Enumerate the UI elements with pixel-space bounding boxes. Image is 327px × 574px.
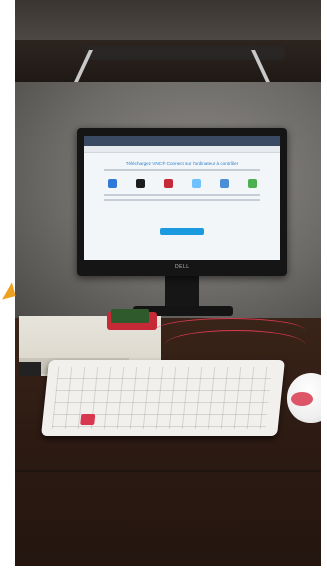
desk-grain [15, 470, 321, 472]
shelf [15, 40, 321, 82]
bottom-border [0, 566, 327, 574]
monitor-screen: Téléchargez VNC® Connect sur l'ordinateu… [84, 136, 280, 260]
mouse-accent [291, 392, 313, 406]
orange-arrow-icon [0, 282, 16, 300]
book-cover-dark [19, 362, 41, 376]
os-icon-row [98, 179, 266, 188]
browser-tab-bar [84, 136, 280, 146]
raspberry-pi-icon [163, 179, 173, 188]
photo: Téléchargez VNC® Connect sur l'ordinateu… [15, 0, 321, 574]
apple-icon [135, 179, 145, 188]
browser-address-bar [84, 146, 280, 153]
screen-heading: Téléchargez VNC® Connect sur l'ordinateu… [125, 161, 239, 166]
solaris-icon [219, 179, 229, 188]
screen-text-line [104, 199, 260, 201]
monitor: Téléchargez VNC® Connect sur l'ordinateu… [77, 128, 287, 276]
raspberry-key [80, 414, 96, 425]
monitor-logo: DELL [175, 264, 190, 270]
monitor-stand [165, 274, 199, 308]
red-cable [165, 330, 305, 359]
download-button [160, 228, 204, 235]
screen-text-line [104, 194, 260, 196]
windows-icon [107, 179, 117, 188]
linux-icon [191, 179, 201, 188]
raspberry-pi-board [111, 309, 149, 323]
screen-text-line [104, 169, 260, 171]
android-icon [247, 179, 257, 188]
keyboard [41, 360, 285, 436]
